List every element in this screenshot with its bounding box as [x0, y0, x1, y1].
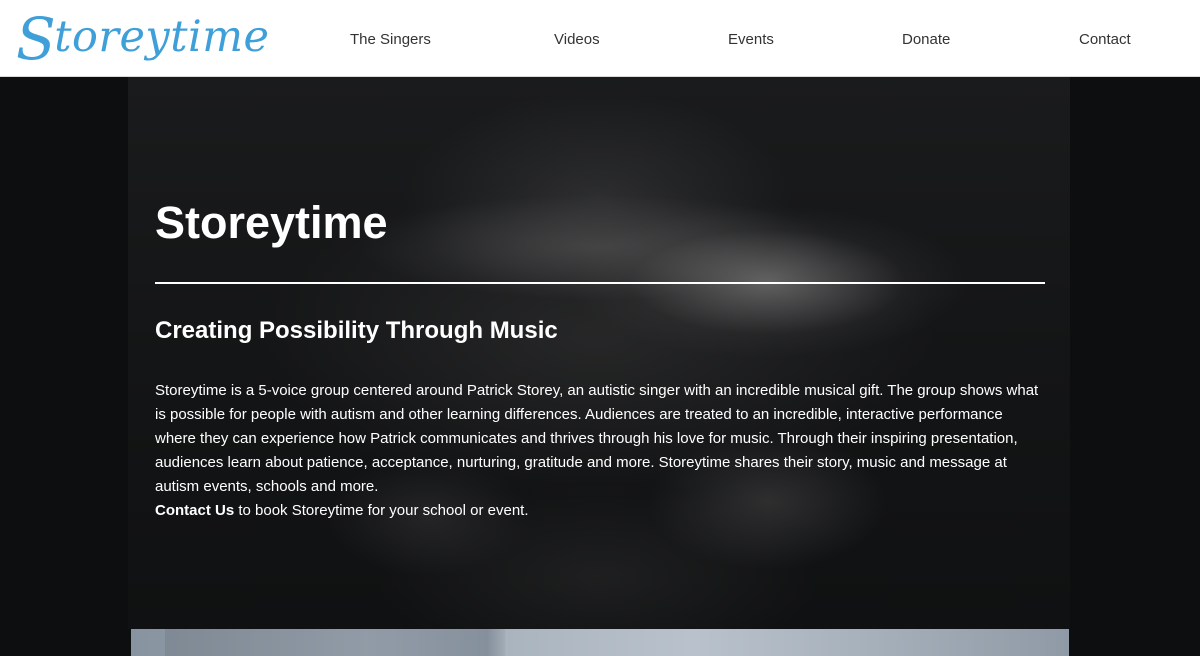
hero-title: Storeytime [155, 197, 388, 248]
nav-item-videos[interactable]: Videos [554, 31, 600, 48]
logo-text: toreytime [54, 11, 270, 62]
hero-section: Storeytime Creating Possibility Through … [0, 77, 1200, 656]
nav-item-the-singers[interactable]: The Singers [350, 31, 431, 48]
hero-background-image [128, 77, 1070, 629]
hero-subtitle: Creating Possibility Through Music [155, 317, 558, 344]
hero-cta: Contact Us to book Storeytime for your s… [155, 499, 529, 523]
top-navbar: Storeytime The Singers Videos Events Don… [0, 0, 1200, 77]
next-section-image-panel [165, 629, 505, 656]
nav-item-contact[interactable]: Contact [1079, 31, 1131, 48]
hero-divider [155, 282, 1045, 284]
hero-description: Storeytime is a 5-voice group centered a… [155, 382, 1039, 495]
nav-item-donate[interactable]: Donate [902, 31, 950, 48]
storeytime-logo[interactable]: Storeytime [16, 5, 270, 73]
nav-item-events[interactable]: Events [728, 31, 774, 48]
next-section-image [131, 629, 1069, 656]
logo-initial: S [16, 5, 57, 73]
contact-us-link[interactable]: Contact Us [155, 502, 234, 519]
cta-text: to book Storeytime for your school or ev… [234, 502, 529, 519]
